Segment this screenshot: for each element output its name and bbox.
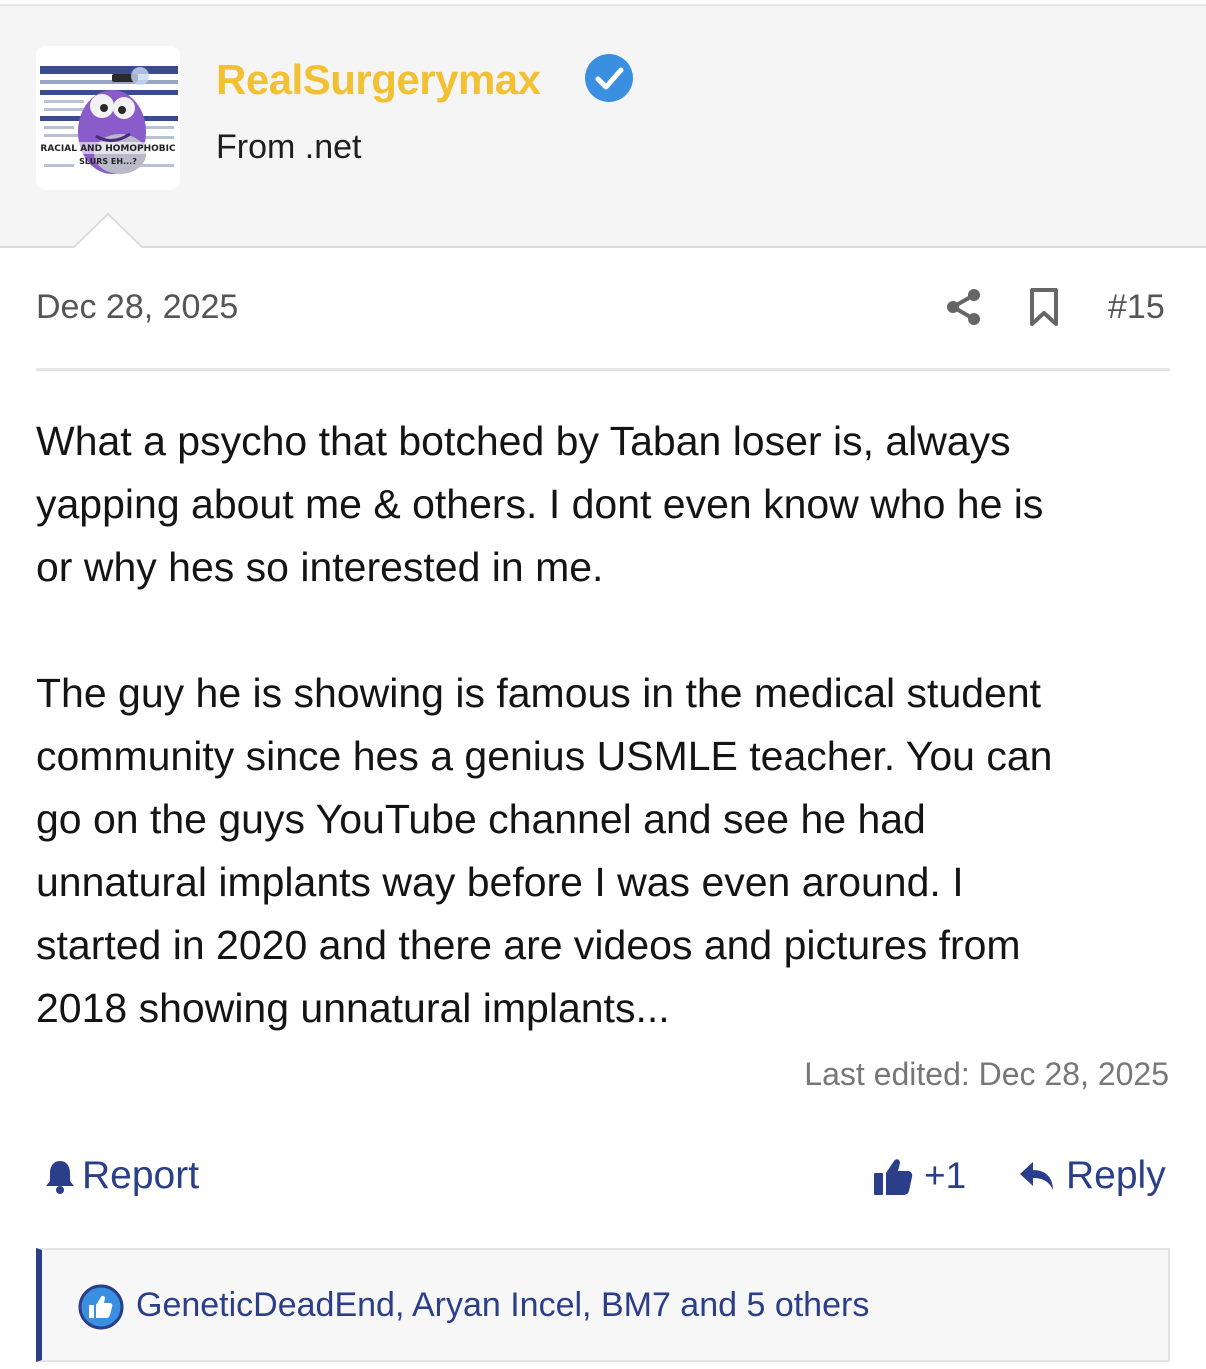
- thumbs-up-icon: [874, 1159, 913, 1195]
- message-line: The guy he is showing is famous in the m…: [36, 670, 1042, 716]
- user-header: RACIAL AND HOMOPHOBIC SLURS EH...? RealS…: [0, 4, 1206, 248]
- avatar-image: RACIAL AND HOMOPHOBIC SLURS EH...?: [36, 46, 180, 190]
- post-number-link[interactable]: #15: [1108, 288, 1165, 327]
- message-line: started in 2020 and there are videos and…: [36, 922, 1021, 968]
- message-line: community since hes a genius USMLE teach…: [36, 733, 1053, 779]
- divider: [36, 368, 1170, 371]
- svg-text:RACIAL AND HOMOPHOBIC: RACIAL AND HOMOPHOBIC: [40, 144, 176, 154]
- username-link[interactable]: RealSurgerymax: [216, 56, 541, 104]
- report-label: Report: [82, 1154, 200, 1197]
- message-line: unnatural implants way before I was even…: [36, 859, 964, 905]
- svg-text:SLURS EH...?: SLURS EH...?: [79, 157, 137, 166]
- bell-icon: [46, 1161, 74, 1194]
- message-line: yapping about me & others. I dont even k…: [36, 481, 1044, 527]
- avatar[interactable]: RACIAL AND HOMOPHOBIC SLURS EH...?: [36, 46, 180, 190]
- last-edited-text: Last edited: Dec 28, 2025: [804, 1056, 1169, 1092]
- reaction-users-link[interactable]: GeneticDeadEnd, Aryan Incel, BM7 and 5 o…: [136, 1286, 869, 1325]
- like-button[interactable]: +1: [872, 1152, 966, 1200]
- like-reaction-icon: [78, 1284, 124, 1330]
- post-date-link[interactable]: Dec 28, 2025: [36, 288, 238, 327]
- verified-badge-icon: [585, 54, 633, 102]
- message-line: or why hes so interested in me.: [36, 544, 604, 590]
- user-title: From .net: [216, 128, 362, 166]
- report-button[interactable]: Report: [44, 1152, 199, 1200]
- message-body: What a psycho that botched by Taban lose…: [36, 410, 1186, 1040]
- reply-label: Reply: [1066, 1154, 1166, 1197]
- message-line: 2018 showing unnatural implants...: [36, 985, 670, 1031]
- share-icon[interactable]: [944, 287, 984, 327]
- reply-button[interactable]: Reply: [1018, 1152, 1166, 1200]
- forum-post: RACIAL AND HOMOPHOBIC SLURS EH...? RealS…: [0, 0, 1206, 1369]
- reactions-bar: GeneticDeadEnd, Aryan Incel, BM7 and 5 o…: [36, 1248, 1170, 1362]
- message-line: What a psycho that botched by Taban lose…: [36, 418, 1011, 464]
- reply-arrow-icon: [1020, 1162, 1053, 1190]
- message-line: go on the guys YouTube channel and see h…: [36, 796, 926, 842]
- like-label: +1: [924, 1155, 967, 1196]
- bookmark-icon[interactable]: [1027, 287, 1061, 327]
